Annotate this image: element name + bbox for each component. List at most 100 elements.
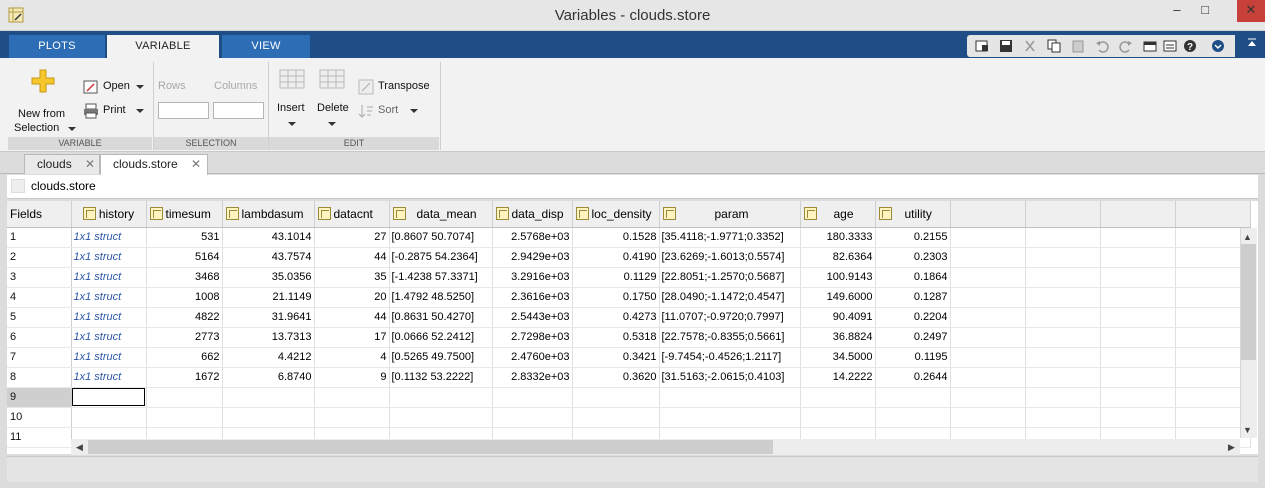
table-cell[interactable]: 0.3421 <box>572 347 660 368</box>
print-button[interactable]: Print <box>83 102 147 120</box>
table-cell[interactable]: 34.5000 <box>800 347 876 368</box>
table-cell[interactable]: 35 <box>314 267 390 288</box>
table-cell[interactable]: 2773 <box>146 327 223 348</box>
table-cell[interactable]: 2.5768e+03 <box>492 227 573 248</box>
undo-icon[interactable] <box>1095 39 1109 53</box>
empty-cell[interactable] <box>1175 247 1251 268</box>
table-cell[interactable] <box>146 407 223 428</box>
tab-clouds[interactable]: clouds ✕ <box>24 154 100 174</box>
struct-cell[interactable] <box>71 387 147 408</box>
table-cell[interactable] <box>222 387 315 408</box>
empty-cell[interactable] <box>1025 267 1101 288</box>
table-cell[interactable] <box>875 407 951 428</box>
vertical-scroll-thumb[interactable] <box>1241 244 1256 360</box>
dock-icon[interactable] <box>975 39 989 53</box>
empty-column-header[interactable] <box>1025 201 1101 228</box>
empty-cell[interactable] <box>1100 247 1176 268</box>
column-header[interactable]: param <box>659 201 801 228</box>
table-cell[interactable] <box>492 407 573 428</box>
matrix-cell[interactable]: [-1.4238 57.3371] <box>389 267 493 288</box>
table-cell[interactable]: 2.9429e+03 <box>492 247 573 268</box>
table-cell[interactable] <box>572 387 660 408</box>
table-cell[interactable]: 0.2204 <box>875 307 951 328</box>
table-cell[interactable]: 82.6364 <box>800 247 876 268</box>
insert-button[interactable]: Insert <box>274 66 310 132</box>
table-row[interactable]: 8 1x1 struct 1672 6.8740 9 [0.1132 53.2222] 2.… <box>7 367 1251 388</box>
empty-cell[interactable] <box>1175 367 1251 388</box>
table-cell[interactable]: 14.2222 <box>800 367 876 388</box>
collapse-ribbon-icon[interactable] <box>1245 37 1259 51</box>
scroll-left-icon[interactable]: ◀ <box>76 442 83 453</box>
table-row[interactable]: 10 <box>7 407 1251 428</box>
scroll-right-icon[interactable]: ▶ <box>1228 442 1235 453</box>
table-cell[interactable]: 44 <box>314 307 390 328</box>
table-cell[interactable]: 4.4212 <box>222 347 315 368</box>
struct-cell[interactable] <box>71 407 147 428</box>
table-cell[interactable]: 1672 <box>146 367 223 388</box>
empty-cell[interactable] <box>950 347 1026 368</box>
table-cell[interactable]: 180.3333 <box>800 227 876 248</box>
table-cell[interactable]: 531 <box>146 227 223 248</box>
empty-cell[interactable] <box>1025 287 1101 308</box>
table-cell[interactable]: 4822 <box>146 307 223 328</box>
matrix-cell[interactable] <box>389 407 493 428</box>
table-cell[interactable] <box>572 407 660 428</box>
table-cell[interactable]: 2.4760e+03 <box>492 347 573 368</box>
empty-cell[interactable] <box>950 227 1026 248</box>
table-cell[interactable]: 17 <box>314 327 390 348</box>
table-cell[interactable] <box>800 387 876 408</box>
open-button[interactable]: Open <box>83 78 147 96</box>
empty-cell[interactable] <box>950 247 1026 268</box>
tab-clouds-store[interactable]: clouds.store ✕ <box>100 154 208 175</box>
empty-cell[interactable] <box>1175 227 1251 248</box>
struct-cell[interactable]: 1x1 struct <box>71 287 147 308</box>
matrix-cell[interactable]: [-9.7454;-0.4526;1.2117] <box>659 347 801 368</box>
empty-cell[interactable] <box>1025 387 1101 408</box>
matrix-cell[interactable]: [31.5163;-2.0615;0.4103] <box>659 367 801 388</box>
table-cell[interactable]: 0.1287 <box>875 287 951 308</box>
table-row[interactable]: 5 1x1 struct 4822 31.9641 44 [0.8631 50.4270]… <box>7 307 1251 328</box>
empty-cell[interactable] <box>1025 227 1101 248</box>
column-header[interactable]: timesum <box>146 201 223 228</box>
empty-cell[interactable] <box>1175 347 1251 368</box>
table-cell[interactable]: 0.1195 <box>875 347 951 368</box>
struct-cell[interactable]: 1x1 struct <box>71 307 147 328</box>
table-cell[interactable]: 0.4190 <box>572 247 660 268</box>
table-cell[interactable]: 0.2155 <box>875 227 951 248</box>
close-icon[interactable]: ✕ <box>191 155 201 174</box>
minimize-button[interactable]: – <box>1163 0 1191 22</box>
transpose-button[interactable]: Transpose <box>358 78 436 96</box>
struct-cell[interactable]: 1x1 struct <box>71 367 147 388</box>
empty-cell[interactable] <box>1100 267 1176 288</box>
table-cell[interactable] <box>875 387 951 408</box>
empty-cell[interactable] <box>1100 367 1176 388</box>
tab-variable[interactable]: VARIABLE <box>107 35 219 59</box>
table-cell[interactable]: 2.5443e+03 <box>492 307 573 328</box>
matrix-cell[interactable] <box>659 407 801 428</box>
table-cell[interactable]: 43.7574 <box>222 247 315 268</box>
table-cell[interactable]: 2.8332e+03 <box>492 367 573 388</box>
table-cell[interactable]: 44 <box>314 247 390 268</box>
horizontal-scroll-thumb[interactable] <box>88 440 773 454</box>
table-cell[interactable]: 90.4091 <box>800 307 876 328</box>
struct-cell[interactable]: 1x1 struct <box>71 347 147 368</box>
empty-cell[interactable] <box>950 307 1026 328</box>
table-row[interactable]: 7 1x1 struct 662 4.4212 4 [0.5265 49.7500] 2.4… <box>7 347 1251 368</box>
tab-view[interactable]: VIEW <box>222 35 310 58</box>
column-header[interactable]: data_mean <box>389 201 493 228</box>
table-row[interactable]: 3 1x1 struct 3468 35.0356 35 [-1.4238 57.3371… <box>7 267 1251 288</box>
table-cell[interactable] <box>314 407 390 428</box>
empty-cell[interactable] <box>1100 347 1176 368</box>
empty-cell[interactable] <box>1175 407 1251 428</box>
table-row[interactable]: 6 1x1 struct 2773 13.7313 17 [0.0666 52.2412]… <box>7 327 1251 348</box>
table-cell[interactable]: 0.2497 <box>875 327 951 348</box>
table-cell[interactable]: 3468 <box>146 267 223 288</box>
table-cell[interactable]: 0.2644 <box>875 367 951 388</box>
table-cell[interactable]: 3.2916e+03 <box>492 267 573 288</box>
variable-grid[interactable]: Fields history timesum lambdasum datacnt… <box>7 201 1258 454</box>
column-header[interactable]: age <box>800 201 876 228</box>
cut-icon[interactable] <box>1023 39 1037 53</box>
empty-column-header[interactable] <box>950 201 1026 228</box>
table-cell[interactable]: 0.5318 <box>572 327 660 348</box>
table-cell[interactable] <box>800 407 876 428</box>
